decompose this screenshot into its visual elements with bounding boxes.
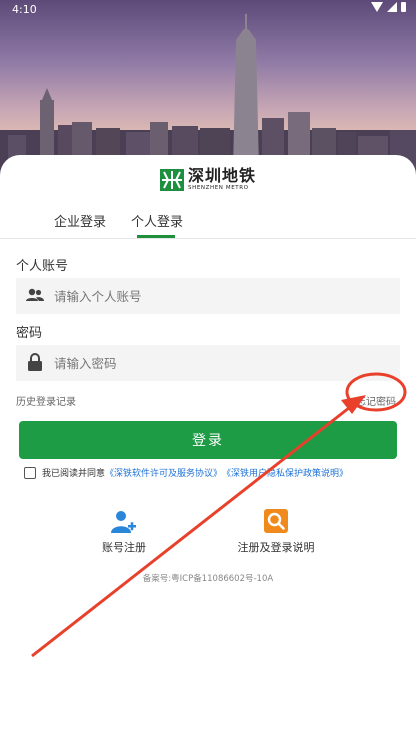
privacy-policy-link[interactable]: 《深铁用户隐私保护政策说明》 — [222, 466, 348, 479]
user-group-icon — [26, 288, 44, 301]
password-field — [16, 345, 400, 381]
app-logo: 深圳地铁 SHENZHEN METRO — [160, 168, 256, 192]
lock-icon — [28, 353, 42, 371]
logo-english: SHENZHEN METRO — [188, 185, 249, 191]
add-user-icon — [111, 511, 136, 533]
wifi-icon — [371, 2, 383, 12]
password-label: 密码 — [16, 326, 43, 341]
login-button[interactable]: 登录 — [19, 421, 397, 459]
status-icons — [371, 2, 406, 12]
agreement-prefix: 我已阅读并同意 — [42, 469, 106, 479]
password-input[interactable] — [54, 345, 384, 381]
forgot-password-link[interactable]: 忘记密码 — [356, 393, 396, 408]
account-input[interactable] — [54, 278, 384, 314]
history-login-link[interactable]: 历史登录记录 — [16, 393, 76, 408]
active-tab-indicator — [137, 235, 175, 238]
status-time: 4:10 — [12, 3, 37, 16]
login-help-label: 注册及登录说明 — [237, 541, 315, 554]
agreement-checkbox[interactable] — [24, 466, 36, 479]
status-bar: 4:10 — [0, 0, 416, 20]
login-tabs: 企业登录 个人登录 — [0, 200, 416, 239]
logo-chinese: 深圳地铁 — [188, 166, 257, 185]
login-help-shortcut[interactable]: 注册及登录说明 — [226, 509, 326, 555]
shenzhen-metro-logo-icon — [160, 168, 184, 191]
account-label: 个人账号 — [16, 259, 69, 274]
register-label: 账号注册 — [102, 541, 146, 554]
search-doc-icon — [264, 509, 288, 533]
signal-icon — [387, 2, 397, 12]
account-field — [16, 278, 400, 314]
city-skyline-illustration — [0, 14, 416, 175]
icp-record: 备案号:粤ICP备11086602号-10A — [142, 574, 274, 584]
battery-icon — [401, 2, 406, 12]
tab-personal-login[interactable]: 个人登录 — [131, 211, 183, 230]
hero-banner — [0, 0, 416, 175]
license-agreement-link[interactable]: 《深铁软件许可及服务协议》 — [105, 466, 222, 479]
register-shortcut[interactable]: 账号注册 — [92, 509, 156, 555]
tab-enterprise-login[interactable]: 企业登录 — [54, 211, 106, 230]
agreement-row: 我已阅读并同意 《深铁软件许可及服务协议》 《深铁用户隐私保护政策说明》 — [24, 466, 348, 479]
